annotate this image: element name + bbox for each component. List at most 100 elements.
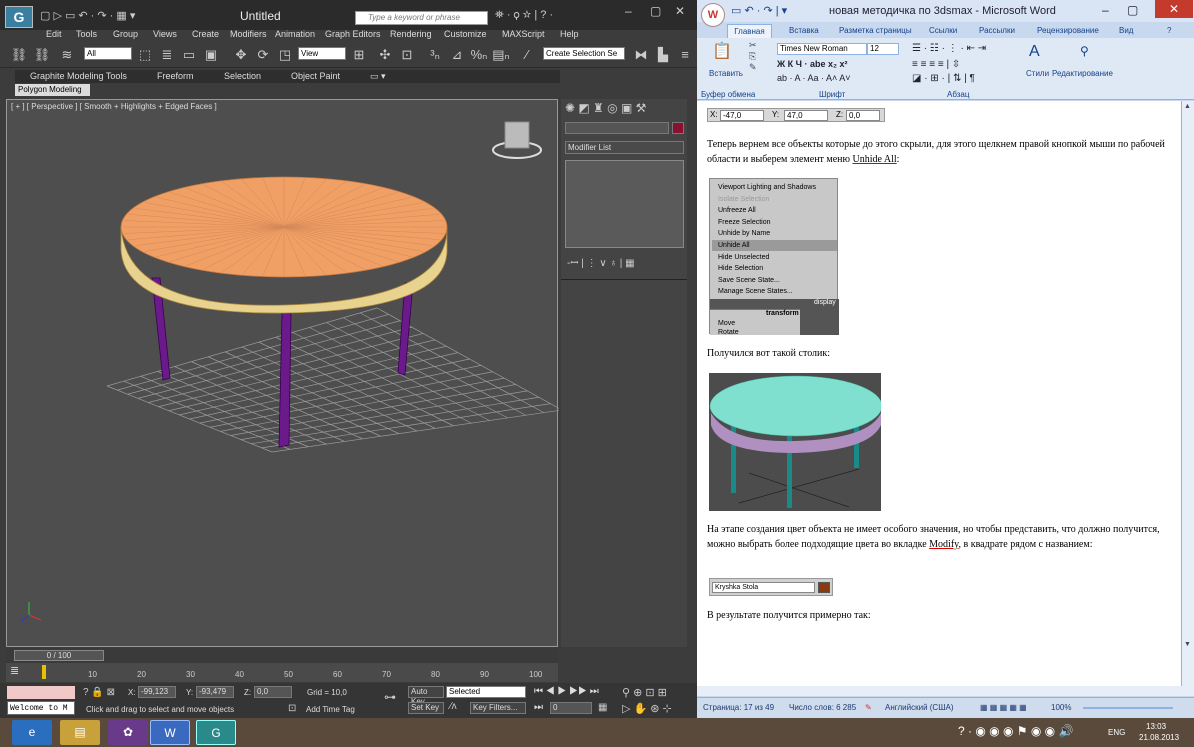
track-bar[interactable]: ≣ 10 20 30 40 50 60 70 80 90 100 bbox=[6, 663, 558, 682]
selection-filter-select[interactable]: All bbox=[84, 47, 132, 60]
object-color-swatch[interactable] bbox=[672, 122, 684, 134]
key-filters-button[interactable]: Key Filters... bbox=[470, 702, 526, 714]
window-crossing-icon[interactable]: ▣ bbox=[202, 46, 220, 64]
word-quick-access-icons[interactable]: ▭ ↶ · ↷ | ▾ bbox=[731, 4, 787, 17]
document-page[interactable]: X: -47,0 Y: 47,0 Z: 0,0 Теперь вернем вс… bbox=[697, 101, 1181, 686]
layer-icon[interactable]: ≡ bbox=[676, 46, 694, 64]
selected-key-select[interactable]: Selected bbox=[446, 686, 526, 698]
menu-animation[interactable]: Animation bbox=[275, 29, 315, 39]
z-coord-field[interactable]: 0,0 bbox=[254, 686, 292, 698]
cut-copy-icons[interactable]: ✂ ⎘ ✎ bbox=[749, 40, 757, 73]
explorer-icon[interactable]: ▤ bbox=[60, 720, 100, 745]
menu-customize[interactable]: Customize bbox=[444, 29, 487, 39]
key-mode-icon[interactable]: ⏭ bbox=[534, 702, 543, 713]
menu-views[interactable]: Views bbox=[153, 29, 177, 39]
command-panel-tabs-icon[interactable]: ✺ ◩ ♜ ◎ ▣ ⚒ bbox=[565, 101, 646, 115]
menu-modifiers[interactable]: Modifiers bbox=[230, 29, 267, 39]
font-color-icons[interactable]: ab · A · Aa · A˄ A˅ bbox=[777, 73, 851, 83]
stack-tools-icons[interactable]: -ꟷ | ⋮ ∨ ♁ | ▦ bbox=[567, 255, 635, 269]
tab-mailings[interactable]: Рассылки bbox=[979, 26, 1015, 35]
list-icons[interactable]: ☰ · ☷ · ⋮ · ⇤ ⇥ bbox=[912, 43, 986, 54]
language[interactable]: Английский (США) bbox=[885, 703, 954, 712]
word-maximize-button[interactable]: ▢ bbox=[1127, 3, 1138, 17]
keyboard-shortcut-icon[interactable]: ⊡ bbox=[398, 46, 416, 64]
unlink-icon[interactable]: ⛓ bbox=[33, 46, 51, 64]
link-icon[interactable]: ⛓ bbox=[10, 46, 28, 64]
time-slider[interactable]: 0 / 100 ≣ 10 20 30 40 50 60 70 80 90 100 bbox=[6, 648, 558, 682]
menu-maxscript[interactable]: MAXScript bbox=[502, 29, 545, 39]
set-key-button[interactable]: Set Key bbox=[408, 702, 444, 714]
rect-selection-icon[interactable]: ▭ bbox=[180, 46, 198, 64]
tab-insert[interactable]: Вставка bbox=[789, 26, 819, 35]
maxscript-listener[interactable]: Welcome to M bbox=[7, 701, 75, 715]
max-minimize-button[interactable]: – bbox=[625, 4, 632, 18]
viewport-nav-icons[interactable]: ⚲ ⊕ ⊡ ⊞ bbox=[622, 686, 667, 699]
maxscript-listener-pink[interactable] bbox=[7, 686, 75, 699]
menu-tools[interactable]: Tools bbox=[76, 29, 97, 39]
scroll-down-icon[interactable]: ▼ bbox=[1184, 641, 1191, 648]
align-icon[interactable]: ▙ bbox=[654, 46, 672, 64]
tab-selection[interactable]: Selection bbox=[224, 71, 261, 81]
menu-help[interactable]: Help bbox=[560, 29, 579, 39]
max-taskbar-icon[interactable]: G bbox=[196, 720, 236, 745]
zoom-level[interactable]: 100% bbox=[1051, 703, 1071, 712]
infocenter-icons[interactable]: ⛯ · ⚲ ☆ | ? · bbox=[495, 9, 553, 22]
office-button[interactable]: W bbox=[701, 3, 725, 27]
menu-create[interactable]: Create bbox=[192, 29, 219, 39]
word-horizontal-scrollbar[interactable] bbox=[697, 686, 1194, 696]
select-object-icon[interactable]: ⬚ bbox=[136, 46, 154, 64]
quick-access-icons[interactable]: ▢ ▷ ▭ ↶ · ↷ · ▦ ▾ bbox=[40, 9, 135, 22]
styles-icon[interactable]: A bbox=[1029, 43, 1040, 61]
pivot-icon[interactable]: ⊞ bbox=[350, 46, 368, 64]
rotate-icon[interactable]: ⟳ bbox=[254, 46, 272, 64]
polygon-modeling-tab[interactable]: Polygon Modeling bbox=[15, 84, 90, 96]
menu-rendering[interactable]: Rendering bbox=[390, 29, 432, 39]
y-coord-field[interactable]: -93,479 bbox=[196, 686, 234, 698]
page-count[interactable]: Страница: 17 из 49 bbox=[703, 703, 774, 712]
max-close-button[interactable]: ✕ bbox=[675, 4, 685, 18]
max-maximize-button[interactable]: ▢ bbox=[650, 4, 661, 18]
menu-group[interactable]: Group bbox=[113, 29, 138, 39]
word-taskbar-icon[interactable]: W bbox=[150, 720, 190, 745]
font-size-select[interactable]: 12 bbox=[867, 43, 899, 55]
word-help-icon[interactable]: ? bbox=[1167, 26, 1171, 35]
proofing-icon[interactable]: ✎ bbox=[865, 703, 872, 712]
zoom-slider[interactable] bbox=[1083, 707, 1173, 709]
font-name-select[interactable]: Times New Roman bbox=[777, 43, 867, 55]
scale-icon[interactable]: ◳ bbox=[276, 46, 294, 64]
max-app-button[interactable]: G bbox=[5, 6, 33, 28]
tab-home[interactable]: Главная bbox=[727, 24, 772, 38]
ribbon-options-icon[interactable]: ▭ ▾ bbox=[370, 71, 386, 82]
tab-page-layout[interactable]: Разметка страницы bbox=[839, 26, 912, 35]
auto-key-button[interactable]: Auto Key bbox=[408, 686, 444, 706]
default-in-out-icon[interactable]: ⁄ʌ bbox=[450, 701, 457, 712]
editing-label[interactable]: Редактирование bbox=[1052, 69, 1113, 78]
tab-freeform[interactable]: Freeform bbox=[157, 71, 194, 81]
word-minimize-button[interactable]: – bbox=[1102, 3, 1109, 17]
view-mode-icons[interactable]: ▦ ▦ ▦ ▦ ▦ bbox=[980, 703, 1027, 712]
ie-icon[interactable]: e bbox=[12, 720, 52, 745]
key-icon[interactable]: ⊶ bbox=[384, 690, 396, 704]
named-selection-select[interactable]: Create Selection Se bbox=[543, 47, 625, 60]
snap-icon[interactable]: ³ₙ bbox=[426, 46, 444, 64]
paste-icon[interactable]: 📋 bbox=[712, 41, 732, 61]
tab-view[interactable]: Вид bbox=[1119, 26, 1133, 35]
word-close-button[interactable]: ✕ bbox=[1155, 0, 1193, 18]
shading-icons[interactable]: ◪ · ⊞ · | ⇅ | ¶ bbox=[912, 73, 975, 84]
add-time-tag[interactable]: Add Time Tag bbox=[306, 705, 355, 714]
tray-icons[interactable]: ? · ◉ ◉ ◉ ⚑ ◉ ◉ 🔊 bbox=[958, 724, 1073, 738]
manipulate-icon[interactable]: ✣ bbox=[376, 46, 394, 64]
paste-label[interactable]: Вставить bbox=[709, 69, 743, 78]
object-name-field[interactable] bbox=[565, 122, 669, 134]
max-search-input[interactable]: Type a keyword or phrase bbox=[355, 11, 488, 25]
word-vertical-scrollbar[interactable]: ▲ ▼ bbox=[1181, 101, 1194, 686]
menu-edit[interactable]: Edit bbox=[46, 29, 62, 39]
select-by-name-icon[interactable]: ≣ bbox=[158, 46, 176, 64]
spinner-snap-icon[interactable]: ▤ₙ bbox=[492, 46, 510, 64]
lock-selection-icon[interactable]: ? 🔒 ⊠ bbox=[83, 687, 115, 698]
tab-object-paint[interactable]: Object Paint bbox=[291, 71, 340, 81]
photo-app-icon[interactable]: ✿ bbox=[108, 720, 148, 745]
menu-graph-editors[interactable]: Graph Editors bbox=[325, 29, 381, 39]
current-frame-field[interactable]: 0 bbox=[550, 702, 592, 714]
modifier-stack[interactable] bbox=[565, 160, 684, 248]
